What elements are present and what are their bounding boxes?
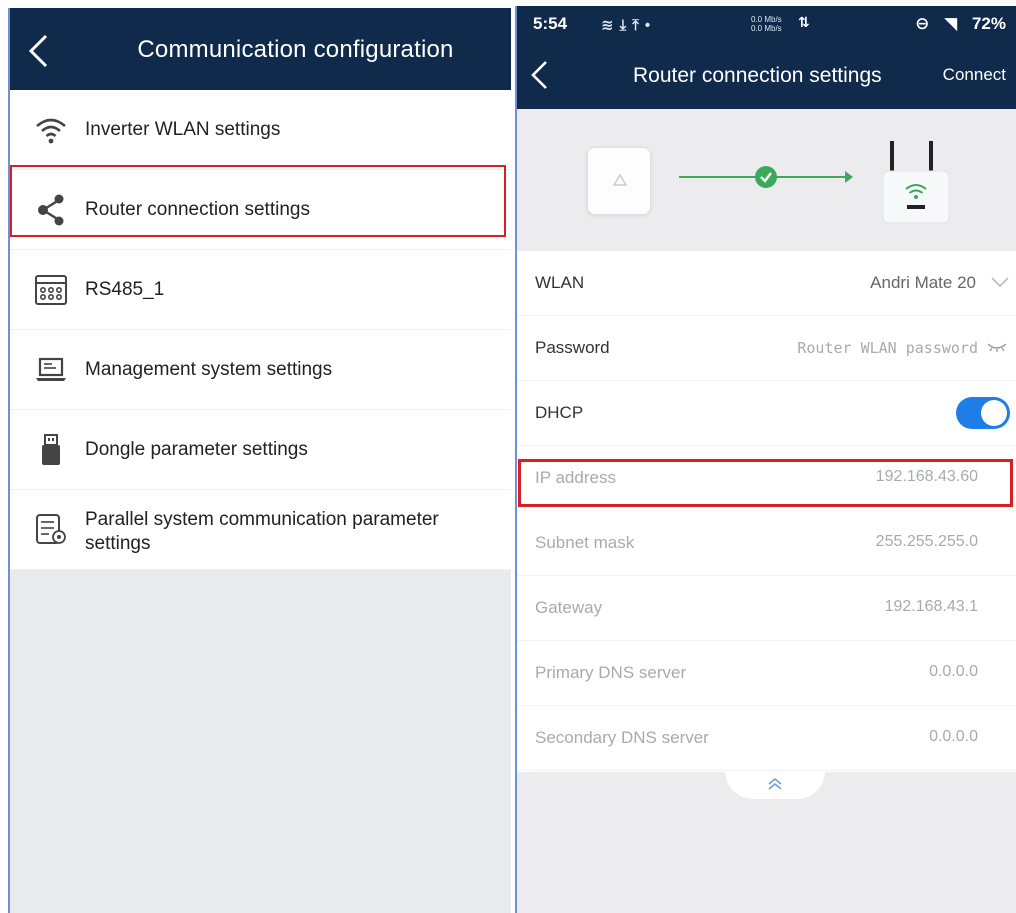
list-item-dongle-parameters[interactable]: Dongle parameter settings [10,410,511,490]
laptop-icon [36,357,66,381]
primary-dns-value: 0.0.0.0 [929,663,978,680]
password-field: Password [517,316,1016,381]
brand-logo-icon [612,174,628,186]
wlan-selected-value: Andri Mate 20 [870,273,976,292]
list-item-management-system[interactable]: Management system settings [10,330,511,410]
password-input[interactable] [738,336,978,360]
status-bar: 5:54 ≋⤓⤒• 0.0 Mb/s 0.0 Mb/s ⇅ ⊖ ◥ 72% [533,14,1006,40]
secondary-dns-value: 0.0.0.0 [929,728,978,745]
inverter-device-icon [587,147,651,215]
speed-down: 0.0 Mb/s [751,24,782,33]
usb-dongle-icon [42,433,60,465]
battery-level: 72% [971,14,1006,33]
field-label: Primary DNS server [535,663,687,682]
connect-button[interactable]: Connect [943,65,1006,85]
toggle-knob [981,400,1007,426]
subnet-mask-field: Subnet mask 255.255.255.0 [517,511,1016,576]
gateway-field: Gateway 192.168.43.1 [517,576,1016,641]
field-label: DHCP [535,403,584,422]
secondary-dns-field: Secondary DNS server 0.0.0.0 [517,706,1016,771]
status-right: ⊖ ◥ 72% [905,14,1006,34]
list-item-label: Inverter WLAN settings [85,118,281,140]
connection-diagram [517,109,1016,251]
list-item-inverter-wlan[interactable]: Inverter WLAN settings [10,90,511,170]
collapse-button[interactable] [725,771,825,799]
status-time: 5:54 [533,14,568,33]
communication-configuration-screen: Communication configuration Inverter WLA… [8,8,511,913]
wlan-field[interactable]: WLAN Andri Mate 20 [517,251,1016,316]
back-arrow-icon[interactable] [529,60,551,90]
chevron-down-icon[interactable] [990,275,1010,289]
nav-bar: Router connection settings Connect [517,58,1016,98]
right-header: 5:54 ≋⤓⤒• 0.0 Mb/s 0.0 Mb/s ⇅ ⊖ ◥ 72% Ro… [517,6,1016,109]
list-item-rs485[interactable]: RS485_1 [10,250,511,330]
ip-address-field: IP address 192.168.43.60 [517,446,1016,511]
field-label: Subnet mask [535,533,635,552]
left-header: Communication configuration [10,8,511,90]
right-page-title: Router connection settings [633,64,882,87]
arrow-right-icon [845,171,853,183]
do-not-disturb-icon: ⊖ [915,14,930,33]
check-icon [755,166,777,188]
list-item-label: Router connection settings [85,198,310,220]
dhcp-field: DHCP [517,381,1016,446]
settings-list: Inverter WLAN settings Router connection… [10,90,511,570]
subnet-mask-value: 255.255.255.0 [875,533,978,550]
signal-icon: ◥ [944,14,958,33]
rs485-port-icon [35,274,67,305]
router-connection-settings-screen: 5:54 ≋⤓⤒• 0.0 Mb/s 0.0 Mb/s ⇅ ⊖ ◥ 72% Ro… [515,6,1016,913]
field-label: IP address [535,468,616,487]
speed-up: 0.0 Mb/s [751,15,782,24]
primary-dns-field: Primary DNS server 0.0.0.0 [517,641,1016,706]
download-icon: ⤓ [619,17,633,34]
field-label: WLAN [535,273,585,292]
network-speed: 0.0 Mb/s 0.0 Mb/s [751,15,782,33]
router-device-icon [882,141,950,224]
ip-address-value: 192.168.43.60 [875,468,978,485]
list-item-parallel-system[interactable]: Parallel system communication parameter … [10,490,511,570]
double-chevron-up-icon [768,777,782,790]
gateway-value: 192.168.43.1 [884,598,978,615]
dhcp-toggle[interactable] [956,397,1010,429]
notification-icons: ≋⤓⤒• [601,16,656,34]
field-label: Password [535,338,610,357]
wifi-icon: ≋ [601,17,620,34]
list-item-label: RS485_1 [85,278,165,300]
list-item-label: Dongle parameter settings [85,438,308,460]
list-item-router-connection[interactable]: Router connection settings [10,170,511,250]
list-item-label: Management system settings [85,358,333,380]
list-item-label: Parallel system communication parameter … [85,509,439,554]
eye-closed-icon[interactable] [986,340,1008,354]
field-label: Gateway [535,598,603,617]
data-transfer-icon: ⇅ [798,14,810,30]
upload-icon: ⤒ [632,17,645,34]
dot-icon: • [644,17,657,34]
left-page-title: Communication configuration [137,36,454,63]
parallel-settings-icon [36,513,66,544]
wifi-icon [36,118,66,143]
field-label: Secondary DNS server [535,728,709,747]
bottom-area [517,771,1016,913]
share-icon [38,194,64,225]
